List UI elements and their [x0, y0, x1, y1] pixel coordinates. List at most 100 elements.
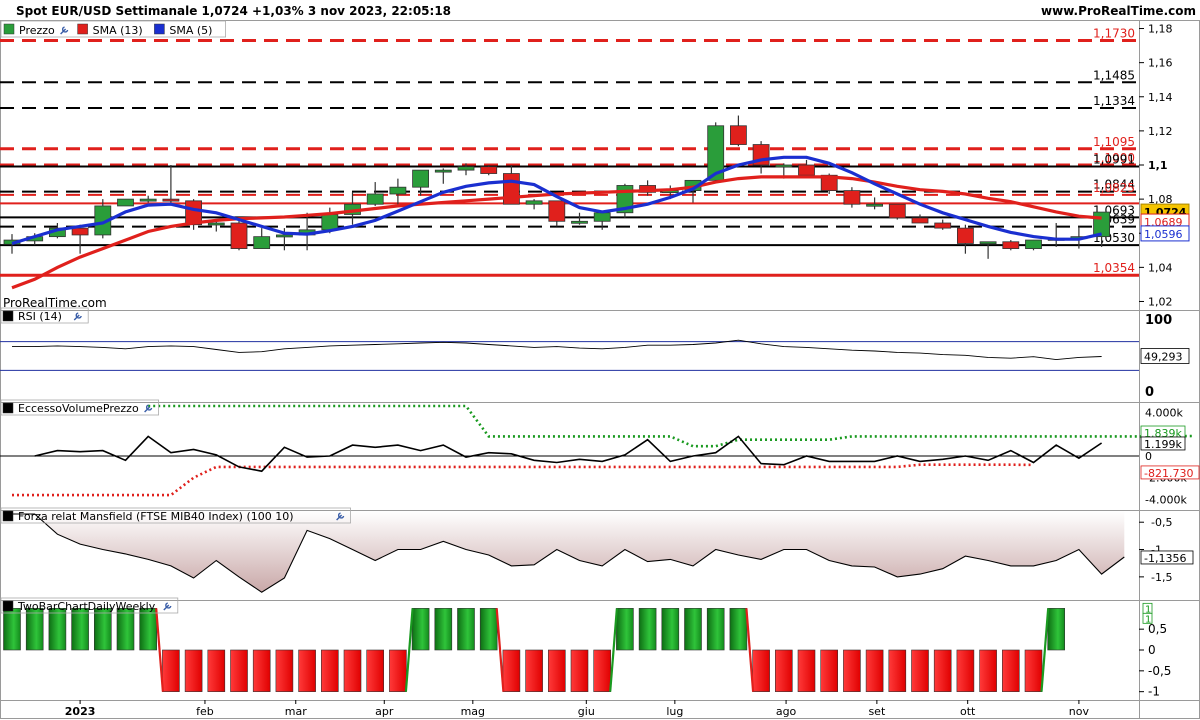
twobar-bar — [888, 649, 907, 692]
candle-body — [389, 186, 407, 195]
candle-body — [730, 125, 747, 145]
candle-body — [1002, 241, 1020, 249]
legend-label: Prezzo — [19, 24, 55, 37]
candle-body — [275, 234, 293, 238]
candle-body — [866, 203, 883, 207]
twobar-bar — [661, 608, 680, 651]
level-label: 1,1334 — [1093, 94, 1135, 108]
candle-body — [911, 217, 929, 224]
twobar-bar — [207, 649, 226, 692]
eccesso-last-value: 1.199k — [1144, 438, 1182, 451]
legend-label: Forza relat Mansfield (FTSE MIB40 Index)… — [18, 510, 294, 523]
twobar-bar — [479, 608, 498, 651]
twobar-tick: -1 — [1148, 685, 1160, 699]
eccesso-tick: 0 — [1145, 450, 1152, 463]
level-label: 1,1485 — [1093, 68, 1135, 82]
rsi-tick: 0 — [1145, 385, 1154, 400]
twobar-bar — [638, 608, 657, 651]
candle-body — [593, 212, 611, 222]
twobar-bar — [320, 649, 339, 692]
site-link[interactable]: www.ProRealTime.com — [1041, 4, 1196, 18]
candle-body — [1025, 239, 1042, 249]
level-label: 1,0825 — [1093, 181, 1135, 195]
candle-body — [434, 169, 452, 173]
twobar-bar — [502, 649, 521, 692]
eccesso-tick: -4.000k — [1145, 493, 1187, 506]
twobar-bar — [684, 608, 702, 651]
twobar-bar — [979, 649, 997, 692]
twobar-bar — [434, 608, 453, 651]
twobar-bar — [411, 608, 430, 651]
x-tick-label: mar — [285, 705, 307, 718]
candle-body — [957, 227, 974, 244]
x-tick-label: giu — [578, 705, 595, 718]
x-tick-label: feb — [196, 705, 214, 718]
mansfield-tick: -1,5 — [1151, 571, 1172, 584]
twobar-bar — [956, 649, 975, 692]
twobar-bar — [3, 608, 21, 651]
candle-body — [457, 166, 475, 171]
twobar-tick: -0,5 — [1148, 664, 1171, 678]
x-tick-label: nov — [1069, 705, 1090, 718]
y-tick-label: 1,16 — [1148, 57, 1173, 70]
price-legend: Prezzo SMA (13) SMA (5) — [0, 20, 227, 38]
y-tick-label: 1,12 — [1148, 125, 1173, 138]
twobar-bar — [933, 649, 952, 692]
candle-body — [1093, 211, 1110, 238]
twobar-bar — [570, 649, 589, 692]
twobar-bar — [616, 608, 634, 651]
twobar-bar — [774, 649, 793, 692]
eccesso-lower-value: -821.730 — [1144, 467, 1193, 480]
legend-label: RSI (14) — [18, 310, 62, 323]
twobar-bar — [162, 649, 180, 692]
price-badge-label: 1,0596 — [1144, 228, 1183, 241]
x-tick-label: set — [868, 705, 885, 718]
twobar-bar — [525, 649, 543, 692]
twobar-bar — [706, 608, 725, 651]
y-tick-label: 1,02 — [1148, 295, 1173, 308]
candle-body — [139, 198, 157, 202]
chart-header-title: Spot EUR/USD Settimanale 1,0724 +1,03% 3… — [16, 4, 451, 18]
twobar-bar — [343, 649, 362, 692]
level-label: 1,1095 — [1093, 135, 1135, 149]
candle-body — [843, 190, 861, 205]
legend-twobarchartdailyweekly: TwoBarChartDailyWeekly — [0, 597, 179, 614]
candle-body — [571, 220, 588, 224]
twobar-bar — [843, 649, 861, 692]
twobar-bar — [752, 649, 770, 692]
twobar-bar — [911, 649, 929, 692]
twobar-tick: 0 — [1148, 643, 1156, 657]
legend-swatch — [154, 23, 165, 35]
x-tick-label: ott — [960, 705, 976, 718]
twobar-bar — [230, 649, 248, 692]
legend-swatch — [2, 310, 14, 322]
candle-body — [798, 164, 815, 176]
y-tick-label: 1,1 — [1148, 159, 1168, 172]
candle-body — [525, 200, 543, 205]
eccesso-tick: 4.000k — [1145, 407, 1183, 420]
y-tick-label: 1,04 — [1148, 261, 1173, 274]
x-tick-label: 2023 — [65, 705, 96, 718]
twobar-bar — [298, 649, 316, 692]
candle-body — [888, 203, 906, 219]
twobar-bar — [252, 649, 271, 692]
candle-body — [979, 241, 997, 245]
twobar-bar — [1047, 608, 1065, 651]
candle-body — [934, 222, 952, 229]
mansfield-last-value: -1,1356 — [1144, 552, 1186, 565]
candle-body — [480, 166, 498, 174]
legend-label: EccessoVolumePrezzo — [18, 402, 139, 415]
twobar-bar — [797, 649, 816, 692]
level-label: 1,1730 — [1093, 26, 1135, 40]
legend-label: SMA (13) — [93, 24, 143, 37]
legend-eccessovolumeprezzo: EccessoVolumePrezzo — [0, 399, 160, 416]
rsi-tick: 100 — [1145, 313, 1172, 328]
legend-label: TwoBarChartDailyWeekly — [17, 600, 156, 613]
twobar-bar — [820, 649, 839, 692]
candle-body — [321, 214, 339, 231]
twobar-bar — [593, 649, 612, 692]
candle-body — [117, 198, 134, 207]
twobar-bar — [729, 608, 748, 651]
twobar-bar — [275, 649, 294, 692]
twobar-bar — [25, 608, 44, 651]
